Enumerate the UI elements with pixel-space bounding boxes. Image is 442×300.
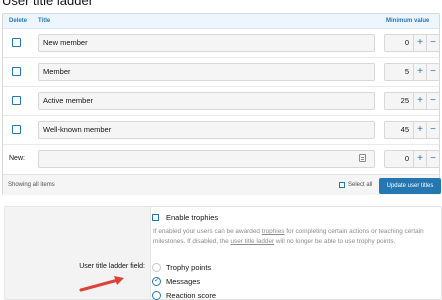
radio-messages[interactable] <box>152 276 161 286</box>
new-title-input[interactable] <box>38 150 375 168</box>
radio-label-messages[interactable]: Messages <box>166 277 200 286</box>
delete-checkbox[interactable] <box>12 96 21 105</box>
user-title-ladder-link[interactable]: user title ladder <box>230 238 274 245</box>
radio-label-trophy-points[interactable]: Trophy points <box>166 263 211 272</box>
title-input[interactable]: New member <box>38 34 375 52</box>
red-arrow-annotation <box>79 276 124 292</box>
new-row: New: 0 + − <box>3 145 440 174</box>
radio-label-reaction-score[interactable]: Reaction score <box>166 291 216 300</box>
title-input[interactable]: Well-known member <box>38 121 375 139</box>
header-delete: Delete <box>9 18 28 24</box>
decrement-button[interactable]: − <box>427 92 440 110</box>
trophies-link[interactable]: trophies <box>262 228 285 235</box>
table-row: Well-known member 45 + − <box>3 116 440 145</box>
minimum-value-input[interactable]: 25 <box>384 92 414 110</box>
minimum-value-input[interactable]: 45 <box>384 121 414 139</box>
select-all-checkbox[interactable] <box>339 182 345 188</box>
enable-trophies-label[interactable]: Enable trophies <box>166 213 218 222</box>
increment-button[interactable]: + <box>414 63 427 81</box>
header-minimum-value: Minimum value <box>386 18 430 24</box>
decrement-button[interactable]: − <box>427 121 440 139</box>
new-minimum-value-input[interactable]: 0 <box>384 150 414 168</box>
list-picker-icon[interactable] <box>359 154 366 162</box>
table-row: Active member 25 + − <box>3 87 440 116</box>
new-row-label: New: <box>9 155 25 162</box>
minimum-value-input[interactable]: 5 <box>384 63 414 81</box>
status-text: Showing all items <box>8 182 55 188</box>
user-title-ladder-field-label: User title ladder field: <box>79 263 145 270</box>
delete-checkbox[interactable] <box>12 38 21 47</box>
decrement-button[interactable]: − <box>427 34 440 52</box>
delete-checkbox[interactable] <box>12 67 21 76</box>
trophies-hint: If enabled your users can be awarded tro… <box>153 227 441 247</box>
title-input[interactable]: Member <box>38 63 375 81</box>
hint-text: If enabled your users can be awarded <box>153 228 262 235</box>
decrement-button[interactable]: − <box>427 63 440 81</box>
radio-reaction-score[interactable] <box>152 291 161 300</box>
increment-button[interactable]: + <box>414 92 427 110</box>
radio-trophy-points[interactable] <box>152 263 161 272</box>
increment-button[interactable]: + <box>414 34 427 52</box>
header-title: Title <box>38 18 51 24</box>
select-all-label[interactable]: Select all <box>348 182 372 188</box>
delete-checkbox[interactable] <box>12 125 21 134</box>
table-footer: Showing all items Select all Update user… <box>3 174 441 195</box>
enable-trophies-checkbox[interactable] <box>152 214 159 221</box>
increment-button[interactable]: + <box>414 121 427 139</box>
hint-text: will no longer be able to use trophy poi… <box>274 238 396 245</box>
decrement-button[interactable]: − <box>427 150 440 168</box>
title-ladder-table: Delete Title Minimum value New member 0 … <box>2 13 441 195</box>
table-row: New member 0 + − <box>3 29 440 58</box>
page-title: User title ladder <box>2 0 94 8</box>
update-user-titles-button[interactable]: Update user titles <box>379 178 441 194</box>
minimum-value-input[interactable]: 0 <box>384 34 414 52</box>
table-header: Delete Title Minimum value <box>3 14 439 29</box>
table-row: Member 5 + − <box>3 58 440 87</box>
title-input[interactable]: Active member <box>38 92 375 110</box>
trophy-options-panel: User title ladder field: <box>4 206 442 300</box>
increment-button[interactable]: + <box>414 150 427 168</box>
